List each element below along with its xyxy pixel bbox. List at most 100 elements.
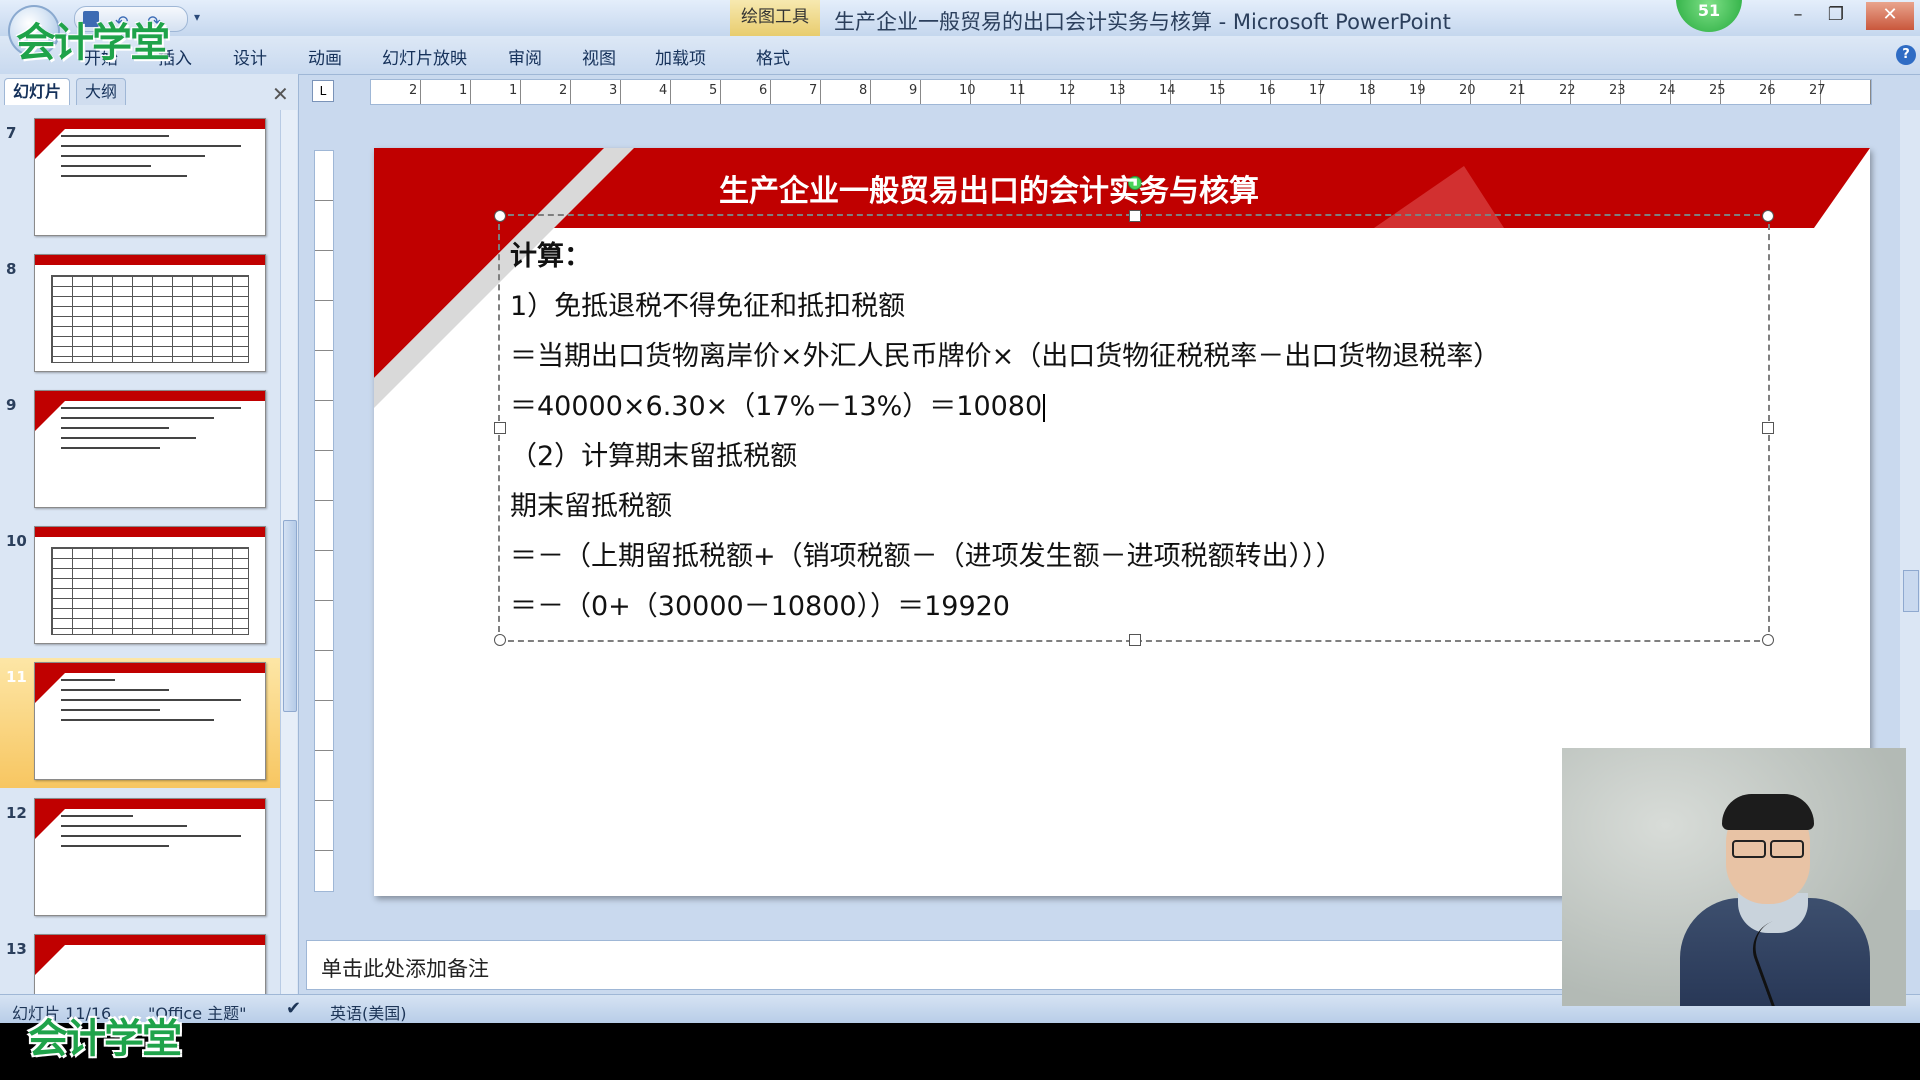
slide-thumbnail[interactable]: 8 (0, 250, 280, 380)
window-title: 生产企业一般贸易的出口会计实务与核算 - Microsoft PowerPoin… (834, 10, 1451, 34)
resize-handle[interactable] (1129, 210, 1141, 222)
ruler-tick-label: 11 (1009, 83, 1026, 98)
text-line: ＝当期出口货物离岸价×外汇人民币牌价×（出口货物征税税率－出口货物退税率） (510, 341, 1501, 372)
tab-animations[interactable]: 动画 (308, 44, 342, 69)
ruler-tick-label: 25 (1709, 83, 1726, 98)
thumbnail-image (34, 526, 266, 644)
tab-review[interactable]: 审阅 (508, 44, 542, 69)
ribbon: 开始 插入 设计 动画 幻灯片放映 审阅 视图 加载项 格式 ? (0, 36, 1920, 75)
tab-slides[interactable]: 幻灯片 (4, 78, 71, 105)
webcam-overlay (1562, 748, 1906, 1006)
slide-title[interactable]: 生产企业一般贸易出口的会计实务与核算 (374, 166, 1604, 210)
slide-number: 8 (6, 260, 17, 278)
tab-format[interactable]: 格式 (756, 44, 790, 69)
pane-close-icon[interactable]: ✕ (272, 82, 289, 106)
thumbnail-image (34, 798, 266, 916)
tab-addins[interactable]: 加载项 (655, 44, 706, 69)
text-line: ＝－（0+（30000－10800））＝19920 (510, 591, 1010, 622)
ruler-tick-label: 2 (559, 83, 568, 98)
tab-outline[interactable]: 大纲 (76, 78, 127, 105)
ruler-tick-label: 7 (809, 83, 818, 98)
ruler-tick-label: 15 (1209, 83, 1226, 98)
slide-number: 12 (6, 804, 27, 822)
thumbnail-image (34, 118, 266, 236)
resize-handle[interactable] (1762, 210, 1774, 222)
horizontal-ruler: 2 1 1 2 3 4 5 6 7 8 9 10 11 12 13 14 15 16 17 18 19 20 21 22 23 2… (370, 79, 1872, 105)
text-line: ＝40000×6.30×（17%－13%）＝10080 (510, 391, 1043, 422)
slide-number: 11 (6, 668, 27, 686)
ruler-tick-label: 17 (1309, 83, 1326, 98)
thumbnail-image (34, 934, 266, 998)
resize-handle[interactable] (494, 422, 506, 434)
ruler-tick-label: 27 (1809, 83, 1826, 98)
notification-badge: 51 (1676, 0, 1742, 32)
ruler-tick-label: 5 (709, 83, 718, 98)
ruler-tick-label: 3 (609, 83, 618, 98)
ruler-tick-label: 10 (959, 83, 976, 98)
slide-thumbnail[interactable]: 10 (0, 522, 280, 652)
thumbnail-image (34, 662, 266, 780)
slide-number: 10 (6, 532, 27, 550)
resize-handle[interactable] (1129, 634, 1141, 646)
thumbnail-image (34, 254, 266, 372)
ruler-tick-label: 14 (1159, 83, 1176, 98)
resize-handle[interactable] (1762, 634, 1774, 646)
scrollbar-thumb[interactable] (1903, 570, 1919, 612)
ruler-tick-label: 1 (509, 83, 518, 98)
slide-number: 13 (6, 940, 27, 958)
tab-design[interactable]: 设计 (233, 44, 267, 69)
pane-tabs: 幻灯片 大纲 ✕ (0, 78, 298, 106)
ruler-tick-label: 26 (1759, 83, 1776, 98)
customize-qat-icon[interactable]: ▾ (194, 10, 200, 24)
ruler-tick-label: 24 (1659, 83, 1676, 98)
vertical-ruler (314, 150, 334, 892)
scrollbar-thumb[interactable] (283, 520, 297, 712)
text-line-editing: ＝40000×6.30×（17%－13%）＝10080 (510, 384, 1046, 423)
slide-number: 9 (6, 396, 17, 414)
slide-number: 7 (6, 124, 17, 142)
thumbnail-list: 7 8 9 10 11 12 13 (0, 110, 280, 998)
ruler-tick-label: 9 (909, 83, 918, 98)
tab-view[interactable]: 视图 (582, 44, 616, 69)
slide-thumbnail[interactable]: 9 (0, 386, 280, 516)
selected-textbox[interactable] (494, 176, 1774, 646)
pane-scrollbar[interactable] (280, 110, 297, 998)
language-indicator[interactable]: 英语(美国) (330, 1000, 407, 1024)
slide-thumbnail-selected[interactable]: 11 (0, 658, 280, 788)
title-bar: 会计学堂 ↶ ↷ ▾ 绘图工具 生产企业一般贸易的出口会计实务与核算 - Mic… (0, 0, 1920, 66)
spellcheck-icon[interactable]: ✔ (286, 1000, 304, 1018)
resize-handle[interactable] (1762, 422, 1774, 434)
slides-pane: 幻灯片 大纲 ✕ 7 8 9 10 11 12 13 会计学堂 (0, 74, 299, 1062)
ruler-tick-label: 6 (759, 83, 768, 98)
ruler-tick-label: 13 (1109, 83, 1126, 98)
watermark-logo: 会计学堂 (16, 20, 170, 66)
close-button[interactable]: ✕ (1866, 2, 1914, 30)
resize-handle[interactable] (494, 634, 506, 646)
restore-button[interactable]: ❐ (1816, 2, 1856, 30)
text-line: 1）免抵退税不得免征和抵扣税额 (510, 291, 906, 322)
help-icon[interactable]: ? (1896, 45, 1916, 65)
slide-thumbnail[interactable]: 13 (0, 930, 280, 998)
ruler-tick-label: 2 (409, 83, 418, 98)
glasses-icon (1732, 840, 1804, 858)
ruler-tick-label: 1 (459, 83, 468, 98)
notes-placeholder: 单击此处添加备注 (321, 957, 489, 981)
ruler-tick-label: 12 (1059, 83, 1076, 98)
slide-thumbnail[interactable]: 7 (0, 114, 280, 244)
minimize-button[interactable]: – (1778, 2, 1818, 30)
slide-thumbnail[interactable]: 12 (0, 794, 280, 924)
resize-handle[interactable] (494, 210, 506, 222)
thumbnail-image (34, 390, 266, 508)
ruler-tick-label: 16 (1259, 83, 1276, 98)
text-line: 期末留抵税额 (510, 491, 672, 522)
ruler-tick-label: 23 (1609, 83, 1626, 98)
ruler-tick-label: 22 (1559, 83, 1576, 98)
tab-slideshow[interactable]: 幻灯片放映 (382, 44, 467, 69)
ruler-tick-label: 20 (1459, 83, 1476, 98)
watermark-logo-bottom: 会计学堂 (28, 1016, 182, 1062)
ruler-tick-label: 4 (659, 83, 668, 98)
text-line: ＝－（上期留抵税额+（销项税额－（进项发生额－进项税额转出））） (510, 541, 1343, 572)
text-line: （2）计算期末留抵税额 (510, 441, 798, 472)
tab-stop-selector[interactable]: L (312, 80, 334, 102)
ruler-tick-label: 19 (1409, 83, 1426, 98)
